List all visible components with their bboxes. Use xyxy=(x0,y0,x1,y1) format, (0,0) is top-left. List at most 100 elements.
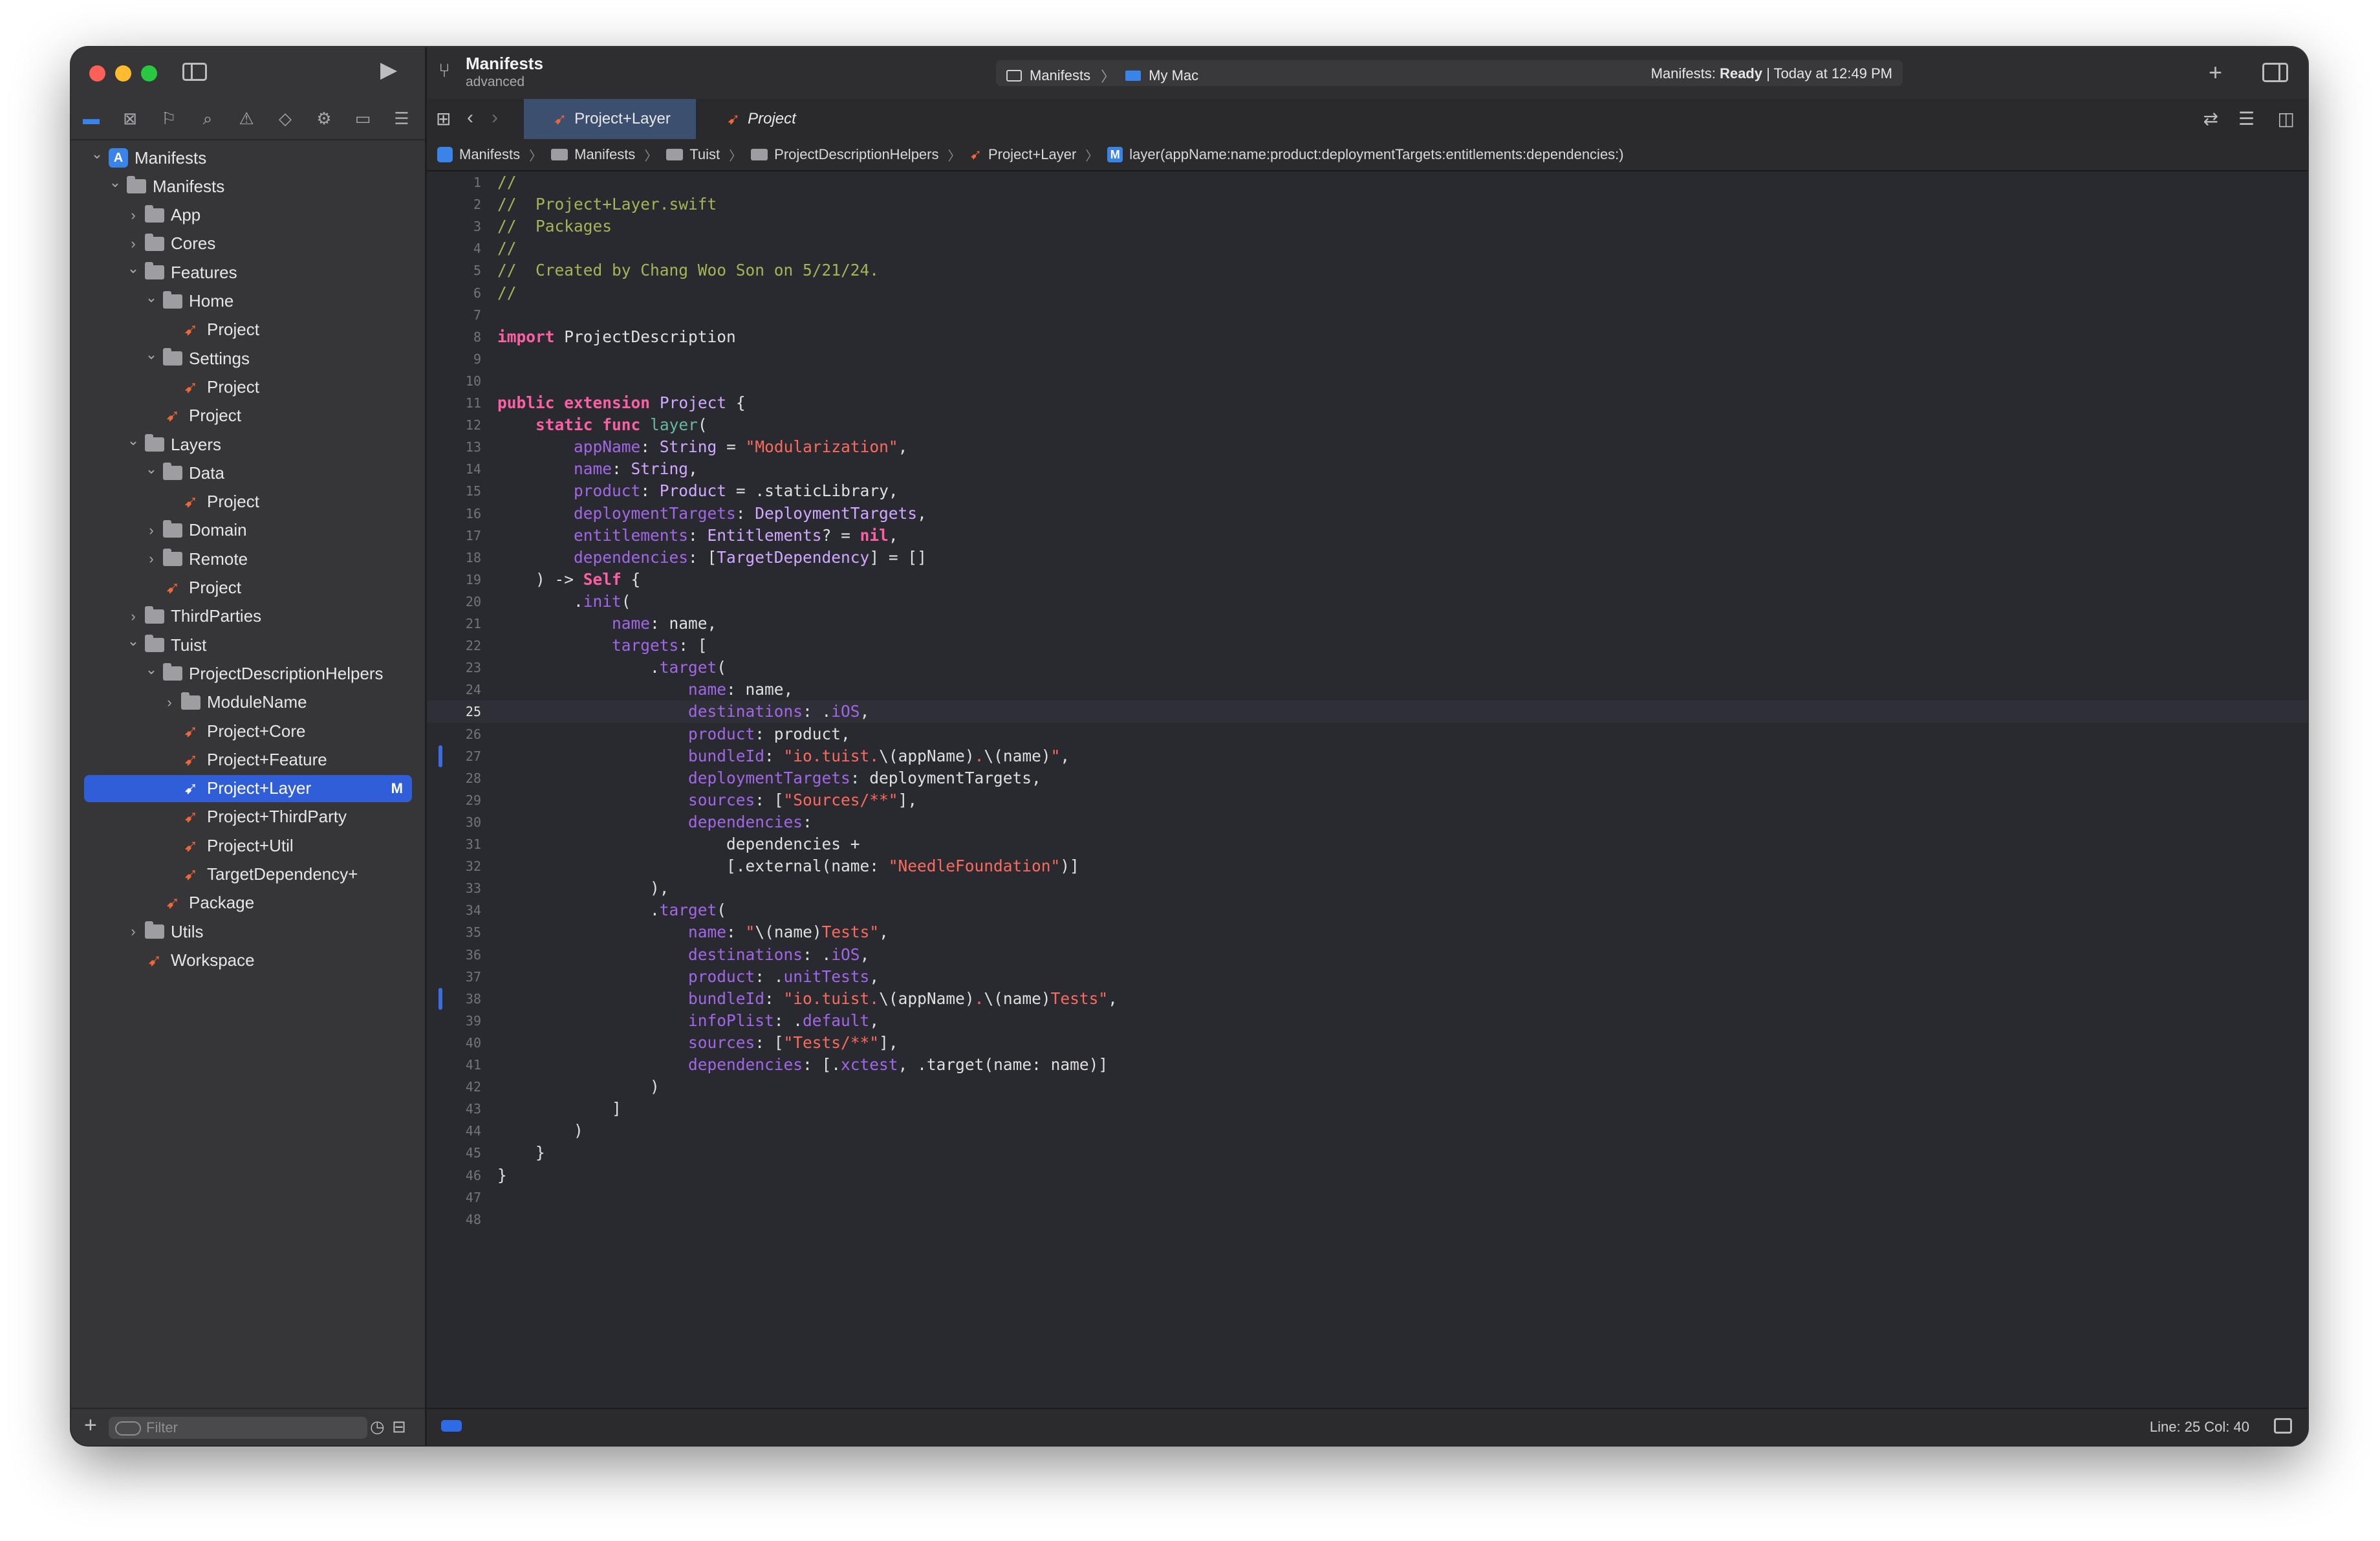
close-window-button[interactable] xyxy=(89,65,105,82)
split-editor-icon[interactable]: ◫ xyxy=(2278,108,2295,129)
code-line[interactable]: 4 // xyxy=(427,237,2308,259)
code-line[interactable]: 9 xyxy=(427,348,2308,370)
chevron-right-icon[interactable]: › xyxy=(144,551,159,567)
breadcrumb-manifests[interactable]: Manifests xyxy=(551,146,635,163)
chevron-right-icon[interactable]: › xyxy=(125,608,141,625)
breadcrumb-project[interactable]: Manifests xyxy=(437,146,520,163)
folder-icon[interactable]: ▬ xyxy=(80,107,102,129)
breadcrumb-helpers[interactable]: ProjectDescriptionHelpers xyxy=(751,146,939,163)
navigator-item[interactable]: ⌄ Manifests xyxy=(84,173,412,200)
navigator-item[interactable]: ➹ Project xyxy=(84,373,412,400)
zoom-window-button[interactable] xyxy=(141,65,157,82)
code-line[interactable]: 3 // Packages xyxy=(427,215,2308,237)
recent-files-icon[interactable]: ◷ xyxy=(370,1417,385,1436)
test-icon[interactable]: ◇ xyxy=(274,107,296,129)
code-line[interactable]: 45 } xyxy=(427,1142,2308,1164)
related-items-icon[interactable]: ⇄ xyxy=(2203,108,2218,129)
breadcrumb-file[interactable]: ➹ Project+Layer xyxy=(970,146,1077,163)
source-control-icon[interactable]: ⊠ xyxy=(119,107,141,129)
navigator-item[interactable]: ⌄ A Manifests xyxy=(84,144,412,171)
code-line[interactable]: 32 [.external(name: "NeedleFoundation")] xyxy=(427,855,2308,877)
code-line[interactable]: 37 product: .unitTests, xyxy=(427,966,2308,988)
code-line[interactable]: 5 // Created by Chang Woo Son on 5/21/24. xyxy=(427,259,2308,281)
navigator-item[interactable]: › ModuleName xyxy=(84,689,412,716)
tab-project[interactable]: ➹ Project xyxy=(696,99,825,139)
chevron-down-icon[interactable]: ⌄ xyxy=(144,346,159,363)
modified-files-icon[interactable]: ⊟ xyxy=(392,1417,406,1436)
chevron-down-icon[interactable]: ⌄ xyxy=(125,432,141,449)
breadcrumb-symbol[interactable]: M layer(appName:name:product:deploymentT… xyxy=(1107,146,1624,163)
code-line[interactable]: 16 deploymentTargets: DeploymentTargets, xyxy=(427,503,2308,525)
code-line[interactable]: 13 appName: String = "Modularization", xyxy=(427,436,2308,458)
chevron-right-icon[interactable]: › xyxy=(162,694,177,711)
navigator-item[interactable]: ⌄ Data xyxy=(84,459,412,486)
code-line[interactable]: 10 xyxy=(427,370,2308,392)
chevron-down-icon[interactable]: ⌄ xyxy=(144,289,159,306)
find-icon[interactable]: ⌕ xyxy=(197,107,219,129)
back-icon[interactable]: ‹ xyxy=(467,107,473,129)
branch-name[interactable]: advanced xyxy=(466,74,525,90)
navigator-item[interactable]: ⌄ Home xyxy=(84,288,412,315)
debug-area-toggle-icon[interactable] xyxy=(441,1420,462,1432)
code-line[interactable]: 11 public extension Project { xyxy=(427,392,2308,414)
navigator-item[interactable]: ➹ Project+Feature xyxy=(84,746,412,773)
code-line[interactable]: 42 ) xyxy=(427,1076,2308,1098)
chevron-down-icon[interactable]: ⌄ xyxy=(125,633,141,650)
code-line[interactable]: 21 name: name, xyxy=(427,613,2308,635)
navigator-item[interactable]: ➹ Project xyxy=(84,316,412,344)
code-line[interactable]: 48 xyxy=(427,1208,2308,1230)
chevron-down-icon[interactable]: ⌄ xyxy=(144,461,159,477)
navigator-item[interactable]: ➹ Project+Layer M xyxy=(84,774,412,802)
chevron-down-icon[interactable]: ⌄ xyxy=(125,260,141,277)
navigator-item[interactable]: ➹ Project xyxy=(84,488,412,516)
code-line[interactable]: 40 sources: ["Tests/**"], xyxy=(427,1032,2308,1054)
editor-options-icon[interactable]: ☰ xyxy=(2238,108,2255,129)
code-line[interactable]: 27 bundleId: "io.tuist.\(appName).\(name… xyxy=(427,745,2308,767)
code-line[interactable]: 7 xyxy=(427,304,2308,326)
navigator-item[interactable]: ➹ Project xyxy=(84,402,412,430)
code-line[interactable]: 33 ), xyxy=(427,877,2308,899)
code-line[interactable]: 18 dependencies: [TargetDependency] = [] xyxy=(427,547,2308,569)
code-line[interactable]: 34 .target( xyxy=(427,899,2308,921)
code-line[interactable]: 47 xyxy=(427,1186,2308,1208)
code-line[interactable]: 24 name: name, xyxy=(427,679,2308,701)
issue-icon[interactable]: ⚠ xyxy=(235,107,257,129)
code-line[interactable]: 46} xyxy=(427,1164,2308,1186)
breadcrumb-tuist[interactable]: Tuist xyxy=(666,146,720,163)
code-line[interactable]: 15 product: Product = .staticLibrary, xyxy=(427,480,2308,502)
navigator-item[interactable]: ➹ Project+ThirdParty xyxy=(84,803,412,831)
toggle-sidebar-icon[interactable] xyxy=(182,63,207,81)
code-line[interactable]: 43 ] xyxy=(427,1098,2308,1120)
navigator-item[interactable]: ➹ Project+Util xyxy=(84,832,412,859)
chevron-right-icon[interactable]: › xyxy=(125,207,141,224)
code-line[interactable]: 19 ) -> Self { xyxy=(427,569,2308,591)
navigator-item[interactable]: › ThirdParties xyxy=(84,603,412,630)
code-line[interactable]: 22 targets: [ xyxy=(427,635,2308,657)
console-toggle-icon[interactable] xyxy=(2274,1418,2292,1434)
code-line[interactable]: 38 bundleId: "io.tuist.\(appName).\(name… xyxy=(427,987,2308,1010)
destination-selector[interactable]: My Mac xyxy=(1149,67,1198,84)
grid-icon[interactable]: ⊞ xyxy=(436,108,451,129)
tab-project-layer[interactable]: ➹ Project+Layer xyxy=(524,99,696,139)
navigator-item[interactable]: ➹ Workspace xyxy=(84,946,412,974)
navigator-item[interactable]: ⌄ Settings xyxy=(84,345,412,372)
debug-icon[interactable]: ⚙ xyxy=(313,107,335,129)
filter-options-icon[interactable] xyxy=(115,1421,141,1436)
navigator-item[interactable]: › Remote xyxy=(84,545,412,573)
code-line[interactable]: 44 ) xyxy=(427,1120,2308,1142)
navigator-item[interactable]: ➹ Project xyxy=(84,574,412,602)
navigator-item[interactable]: ⌄ Tuist xyxy=(84,631,412,659)
navigator-item[interactable]: ⌄ ProjectDescriptionHelpers xyxy=(84,660,412,687)
code-line[interactable]: 23 .target( xyxy=(427,657,2308,679)
navigator-item[interactable]: › Utils xyxy=(84,918,412,945)
add-icon[interactable]: + xyxy=(2209,59,2222,86)
navigator-item[interactable]: ⌄ Layers xyxy=(84,431,412,458)
navigator-item[interactable]: ➹ Package xyxy=(84,890,412,917)
breakpoint-icon[interactable]: ▭ xyxy=(352,107,374,129)
code-line[interactable]: 28 deploymentTargets: deploymentTargets, xyxy=(427,767,2308,789)
chevron-right-icon[interactable]: › xyxy=(144,522,159,539)
code-line[interactable]: 8 import ProjectDescription xyxy=(427,326,2308,348)
navigator-item[interactable]: › App xyxy=(84,202,412,229)
code-line[interactable]: 2 // Project+Layer.swift xyxy=(427,193,2308,215)
code-line[interactable]: 30 dependencies: xyxy=(427,811,2308,833)
